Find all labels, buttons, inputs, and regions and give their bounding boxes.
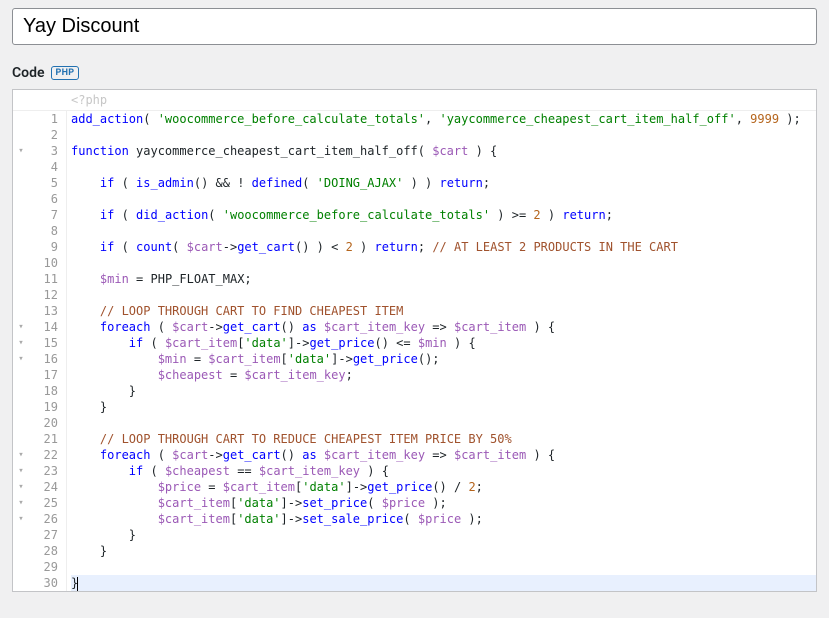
line-number: 8 — [29, 223, 58, 239]
code-label: Code — [12, 65, 45, 81]
code-content[interactable]: add_action( 'woocommerce_before_calculat… — [67, 111, 816, 591]
line-number: 25 — [29, 495, 58, 511]
line-number: 2 — [29, 127, 58, 143]
fold-marker-icon[interactable]: ▾ — [13, 319, 29, 335]
line-number: 13 — [29, 303, 58, 319]
php-open-tag: <?php — [13, 90, 816, 111]
line-number: 12 — [29, 287, 58, 303]
code-line — [71, 223, 816, 239]
code-line: foreach ( $cart->get_cart() as $cart_ite… — [71, 447, 816, 463]
line-number: 30 — [29, 575, 58, 591]
code-line: if ( $cart_item['data']->get_price() <= … — [71, 335, 816, 351]
fold-marker-icon[interactable]: ▾ — [13, 447, 29, 463]
line-number: 24 — [29, 479, 58, 495]
code-line: // LOOP THROUGH CART TO REDUCE CHEAPEST … — [71, 431, 816, 447]
code-line: $cheapest = $cart_item_key; — [71, 367, 816, 383]
cursor-icon — [77, 577, 78, 591]
code-section-header: Code PHP — [12, 59, 817, 89]
code-line — [71, 255, 816, 271]
code-line: $price = $cart_item['data']->get_price()… — [71, 479, 816, 495]
line-number: 29 — [29, 559, 58, 575]
code-line: $cart_item['data']->set_sale_price( $pri… — [71, 511, 816, 527]
code-line: } — [71, 383, 816, 399]
code-line — [71, 287, 816, 303]
code-line: $min = PHP_FLOAT_MAX; — [71, 271, 816, 287]
line-number: 27 — [29, 527, 58, 543]
code-line: } — [71, 399, 816, 415]
fold-marker-icon[interactable]: ▾ — [13, 143, 29, 159]
code-line — [71, 159, 816, 175]
line-number: 17 — [29, 367, 58, 383]
code-editor[interactable]: <?php ▾ ▾ ▾ ▾ — [12, 89, 817, 592]
line-number: 3 — [29, 143, 58, 159]
code-line: if ( $cheapest == $cart_item_key ) { — [71, 463, 816, 479]
line-number: 5 — [29, 175, 58, 191]
line-number: 9 — [29, 239, 58, 255]
code-line: $cart_item['data']->set_price( $price ); — [71, 495, 816, 511]
fold-marker-icon[interactable]: ▾ — [13, 463, 29, 479]
line-number: 7 — [29, 207, 58, 223]
line-number-gutter[interactable]: 1 2 3 4 5 6 7 8 9 10 11 12 13 14 15 16 1… — [29, 111, 67, 591]
php-badge: PHP — [51, 66, 80, 80]
code-line: if ( count( $cart->get_cart() ) < 2 ) re… — [71, 239, 816, 255]
line-number: 4 — [29, 159, 58, 175]
line-number: 14 — [29, 319, 58, 335]
fold-marker-icon[interactable]: ▾ — [13, 479, 29, 495]
code-line: // LOOP THROUGH CART TO FIND CHEAPEST IT… — [71, 303, 816, 319]
code-line: if ( is_admin() && ! defined( 'DOING_AJA… — [71, 175, 816, 191]
line-number: 1 — [29, 111, 58, 127]
code-line: if ( did_action( 'woocommerce_before_cal… — [71, 207, 816, 223]
code-line — [71, 191, 816, 207]
code-line-active: } — [71, 575, 816, 591]
code-line — [71, 559, 816, 575]
line-number: 16 — [29, 351, 58, 367]
line-number: 28 — [29, 543, 58, 559]
code-line: foreach ( $cart->get_cart() as $cart_ite… — [71, 319, 816, 335]
line-number: 11 — [29, 271, 58, 287]
line-number: 26 — [29, 511, 58, 527]
code-line: add_action( 'woocommerce_before_calculat… — [71, 111, 816, 127]
line-number: 18 — [29, 383, 58, 399]
fold-gutter[interactable]: ▾ ▾ ▾ ▾ ▾ ▾ ▾ — [13, 111, 29, 591]
line-number: 6 — [29, 191, 58, 207]
code-line — [71, 127, 816, 143]
line-number: 15 — [29, 335, 58, 351]
code-line: $min = $cart_item['data']->get_price(); — [71, 351, 816, 367]
fold-marker-icon[interactable]: ▾ — [13, 351, 29, 367]
line-number: 21 — [29, 431, 58, 447]
snippet-title-input[interactable] — [12, 8, 817, 45]
code-line: function yaycommerce_cheapest_cart_item_… — [71, 143, 816, 159]
fold-marker-icon[interactable]: ▾ — [13, 495, 29, 511]
line-number: 23 — [29, 463, 58, 479]
code-line — [71, 415, 816, 431]
line-number: 19 — [29, 399, 58, 415]
code-line: } — [71, 527, 816, 543]
line-number: 22 — [29, 447, 58, 463]
line-number: 10 — [29, 255, 58, 271]
fold-marker-icon[interactable]: ▾ — [13, 511, 29, 527]
fold-marker-icon[interactable]: ▾ — [13, 335, 29, 351]
line-number: 20 — [29, 415, 58, 431]
code-line: } — [71, 543, 816, 559]
